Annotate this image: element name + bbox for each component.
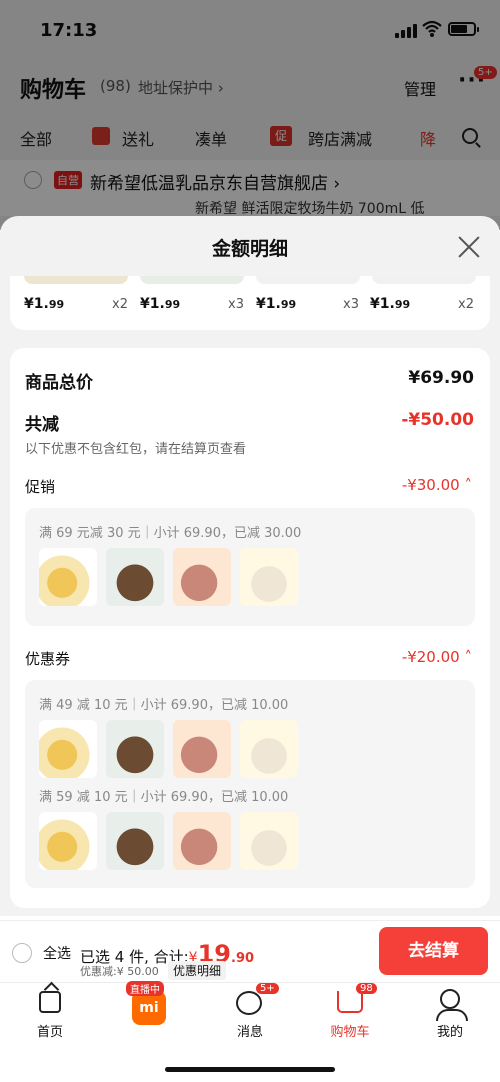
items-card: ¥1.99 x2 ¥1.99 x3 ¥1.99 x3 ¥1.99 x2 [10, 276, 490, 330]
product-thumbnail [106, 812, 164, 870]
tab-profile[interactable]: 我的 [410, 983, 490, 1043]
home-icon [39, 991, 61, 1013]
close-icon[interactable] [458, 236, 480, 258]
item-price: ¥1.99 [256, 296, 297, 312]
select-all-label[interactable]: 全选 [43, 943, 71, 963]
message-badge: 5+ [256, 983, 279, 994]
product-thumbnail [240, 812, 298, 870]
reduction-value: -¥50.00 [401, 410, 474, 430]
item-quantity: x3 [228, 297, 244, 312]
tab-label: 购物车 [330, 1025, 370, 1040]
item-price: ¥1.99 [370, 296, 411, 312]
tab-messages[interactable]: 5+ 消息 [210, 983, 290, 1043]
product-thumbnail [240, 548, 298, 606]
promo-label: 促销 [25, 478, 56, 496]
coupon-box: 满 49 减 10 元｜小计 69.90，已减 10.00 满 59 减 10 … [25, 680, 475, 888]
promo-box: 满 69 元减 30 元｜小计 69.90，已减 30.00 [25, 508, 475, 626]
item-image [372, 276, 476, 284]
coupon-label: 优惠券 [25, 650, 71, 668]
coupon-rule: 满 49 减 10 元｜小计 69.90，已减 10.00 [39, 698, 289, 713]
product-thumbnail [240, 720, 298, 778]
coupon-value[interactable]: -¥20.00 ˄ [402, 648, 472, 666]
tab-label: 我的 [436, 1025, 463, 1040]
profile-icon [436, 989, 468, 1021]
tab-live[interactable]: mi 直播中 [110, 981, 190, 1043]
price-detail-card: 商品总价 ¥69.90 共减 -¥50.00 以下优惠不包含红包，请在结算页查看… [10, 348, 490, 908]
coupon-rule: 满 59 减 10 元｜小计 69.90，已减 10.00 [39, 790, 289, 805]
item-quantity: x2 [458, 297, 474, 312]
live-icon: mi [132, 991, 166, 1025]
product-thumbnail [39, 548, 97, 606]
item-price: ¥1.99 [24, 296, 65, 312]
tab-label: 首页 [36, 1025, 63, 1040]
message-icon [236, 991, 262, 1015]
product-thumbnail [173, 720, 231, 778]
checkout-button[interactable]: 去结算 [379, 927, 488, 975]
item-image [140, 276, 244, 284]
checkout-bar: 全选 已选 4 件, 合计:¥19.90 优惠减:¥ 50.00 优惠明细 去结… [0, 920, 500, 980]
product-thumbnail [39, 720, 97, 778]
tab-label: 消息 [236, 1025, 263, 1040]
discount-detail-button[interactable]: 优惠明细 [168, 961, 227, 980]
discount-amount: 优惠减:¥ 50.00 [80, 965, 159, 978]
item-quantity: x2 [112, 297, 128, 312]
promo-value[interactable]: -¥30.00 ˄ [402, 476, 472, 494]
promo-rule: 满 69 元减 30 元｜小计 69.90，已减 30.00 [39, 526, 302, 541]
product-thumbnail [173, 812, 231, 870]
cart-icon [337, 991, 363, 1013]
item-quantity: x3 [343, 297, 359, 312]
product-thumbnail [106, 720, 164, 778]
sheet-title: 金额明细 [211, 238, 288, 260]
total-label: 商品总价 [25, 373, 93, 393]
item-image [24, 276, 128, 284]
modal-overlay[interactable] [0, 0, 500, 230]
live-badge: 直播中 [126, 981, 164, 996]
home-indicator [165, 1067, 335, 1072]
tab-cart[interactable]: 98 购物车 [310, 983, 390, 1043]
item-price: ¥1.99 [140, 296, 181, 312]
cart-badge: 98 [356, 983, 377, 994]
item-image [256, 276, 360, 284]
discount-note: 以下优惠不包含红包，请在结算页查看 [25, 442, 247, 457]
product-thumbnail [173, 548, 231, 606]
total-value: ¥69.90 [408, 368, 474, 388]
tab-home[interactable]: 首页 [10, 983, 90, 1043]
select-all-checkbox[interactable] [12, 943, 32, 963]
amount-detail-sheet: 金额明细 ¥1.99 x2 ¥1.99 x3 ¥1.99 x3 ¥1.99 x2… [0, 216, 500, 916]
product-thumbnail [39, 812, 97, 870]
reduction-label: 共减 [25, 415, 59, 435]
product-thumbnail [106, 548, 164, 606]
